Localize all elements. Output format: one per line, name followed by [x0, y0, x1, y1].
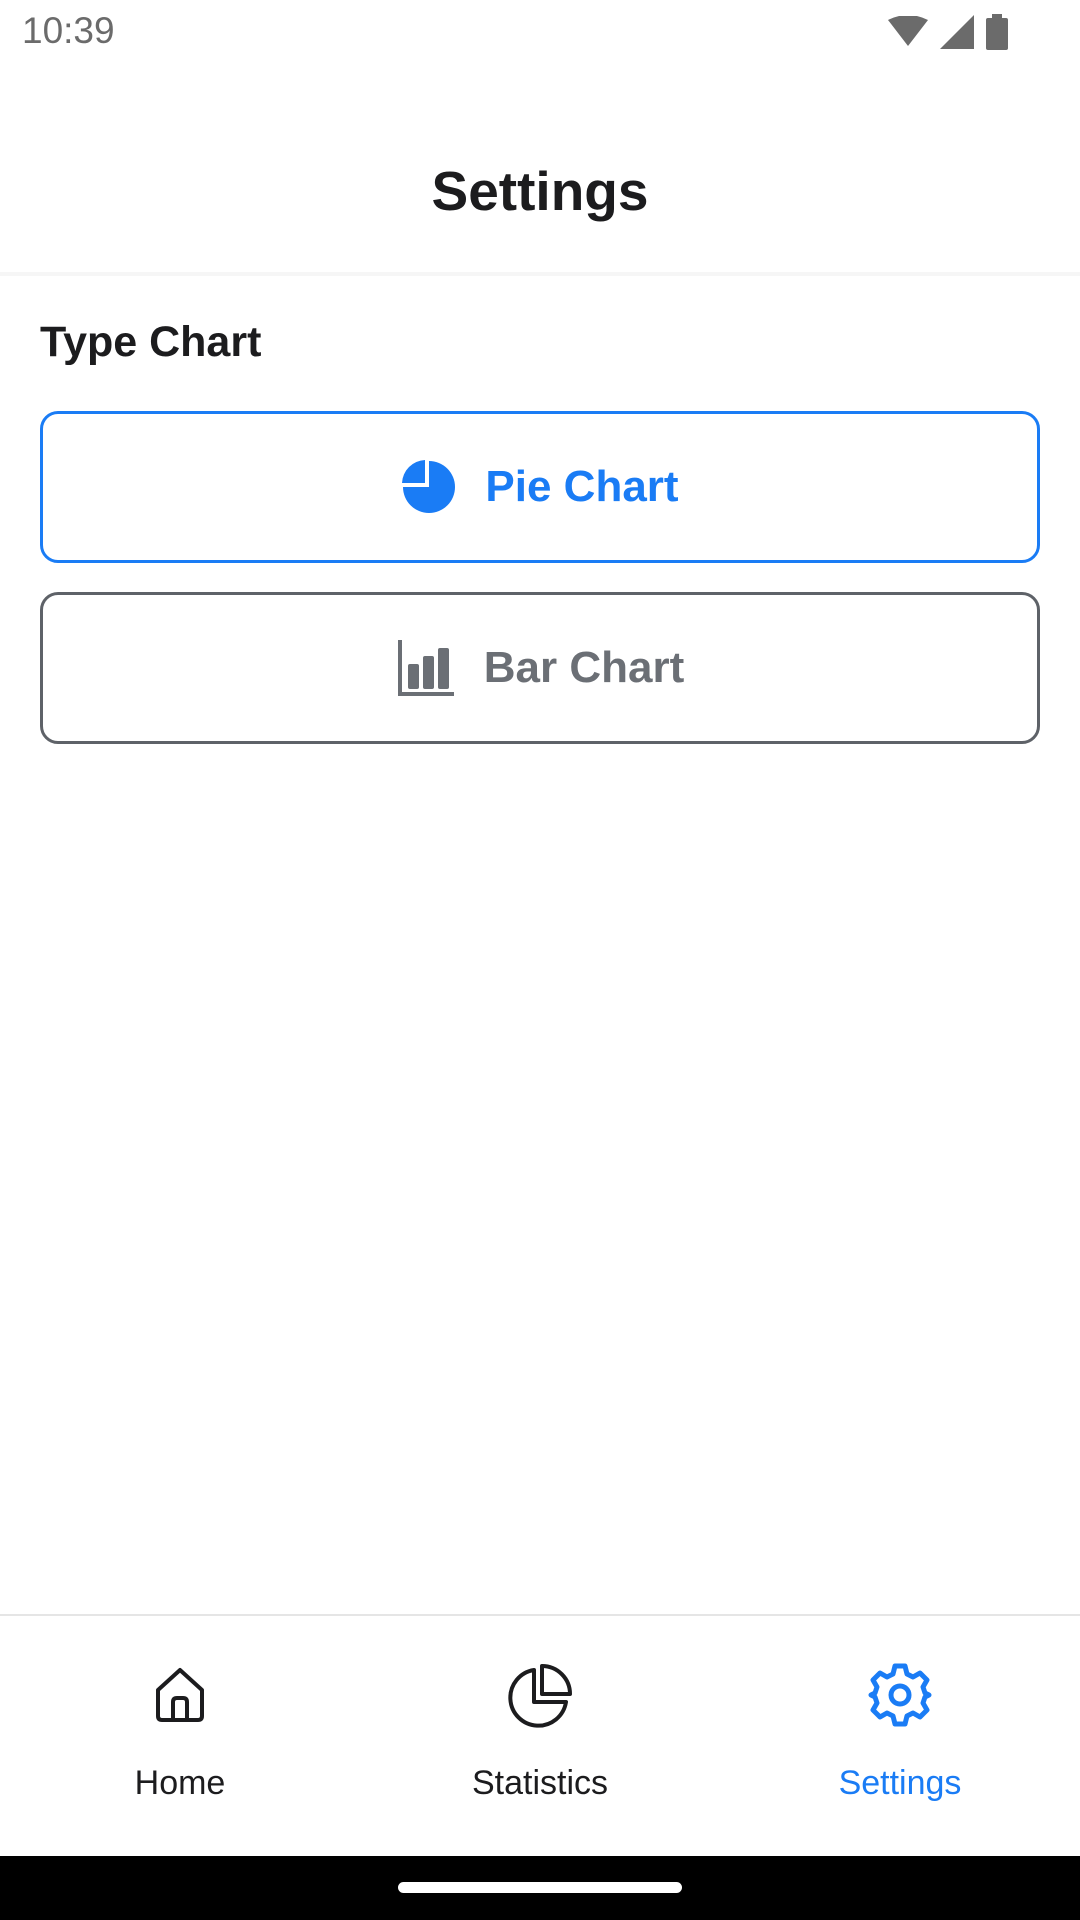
nav-item-statistics[interactable]: Statistics [360, 1616, 720, 1858]
bottom-nav: Home Statistics Settings [0, 1614, 1080, 1856]
statistics-icon [360, 1662, 720, 1730]
home-gesture-handle[interactable] [398, 1882, 682, 1893]
nav-label-home: Home [134, 1764, 226, 1802]
signal-icon [940, 15, 974, 49]
page-title: Settings [431, 160, 649, 222]
home-icon [0, 1662, 360, 1726]
pie-chart-icon [401, 459, 457, 515]
nav-label-statistics: Statistics [471, 1764, 609, 1802]
app-header: Settings [0, 64, 1080, 276]
section-label: Type Chart [40, 318, 262, 366]
gesture-bar [0, 1856, 1080, 1920]
status-bar: 10:39 [0, 0, 1080, 64]
wifi-icon [888, 16, 928, 48]
status-icons [888, 14, 1008, 50]
nav-item-home[interactable]: Home [0, 1616, 360, 1858]
pie-chart-option-button[interactable]: Pie Chart [40, 411, 1040, 563]
status-time: 10:39 [22, 10, 115, 51]
pie-chart-option-label: Pie Chart [485, 462, 679, 511]
bar-chart-option-label: Bar Chart [483, 643, 685, 692]
battery-icon [986, 14, 1008, 50]
nav-label-settings: Settings [838, 1764, 962, 1802]
bar-chart-option-button[interactable]: Bar Chart [40, 592, 1040, 744]
gear-icon [720, 1662, 1080, 1728]
nav-item-settings[interactable]: Settings [720, 1616, 1080, 1858]
bar-chart-icon [396, 638, 456, 698]
